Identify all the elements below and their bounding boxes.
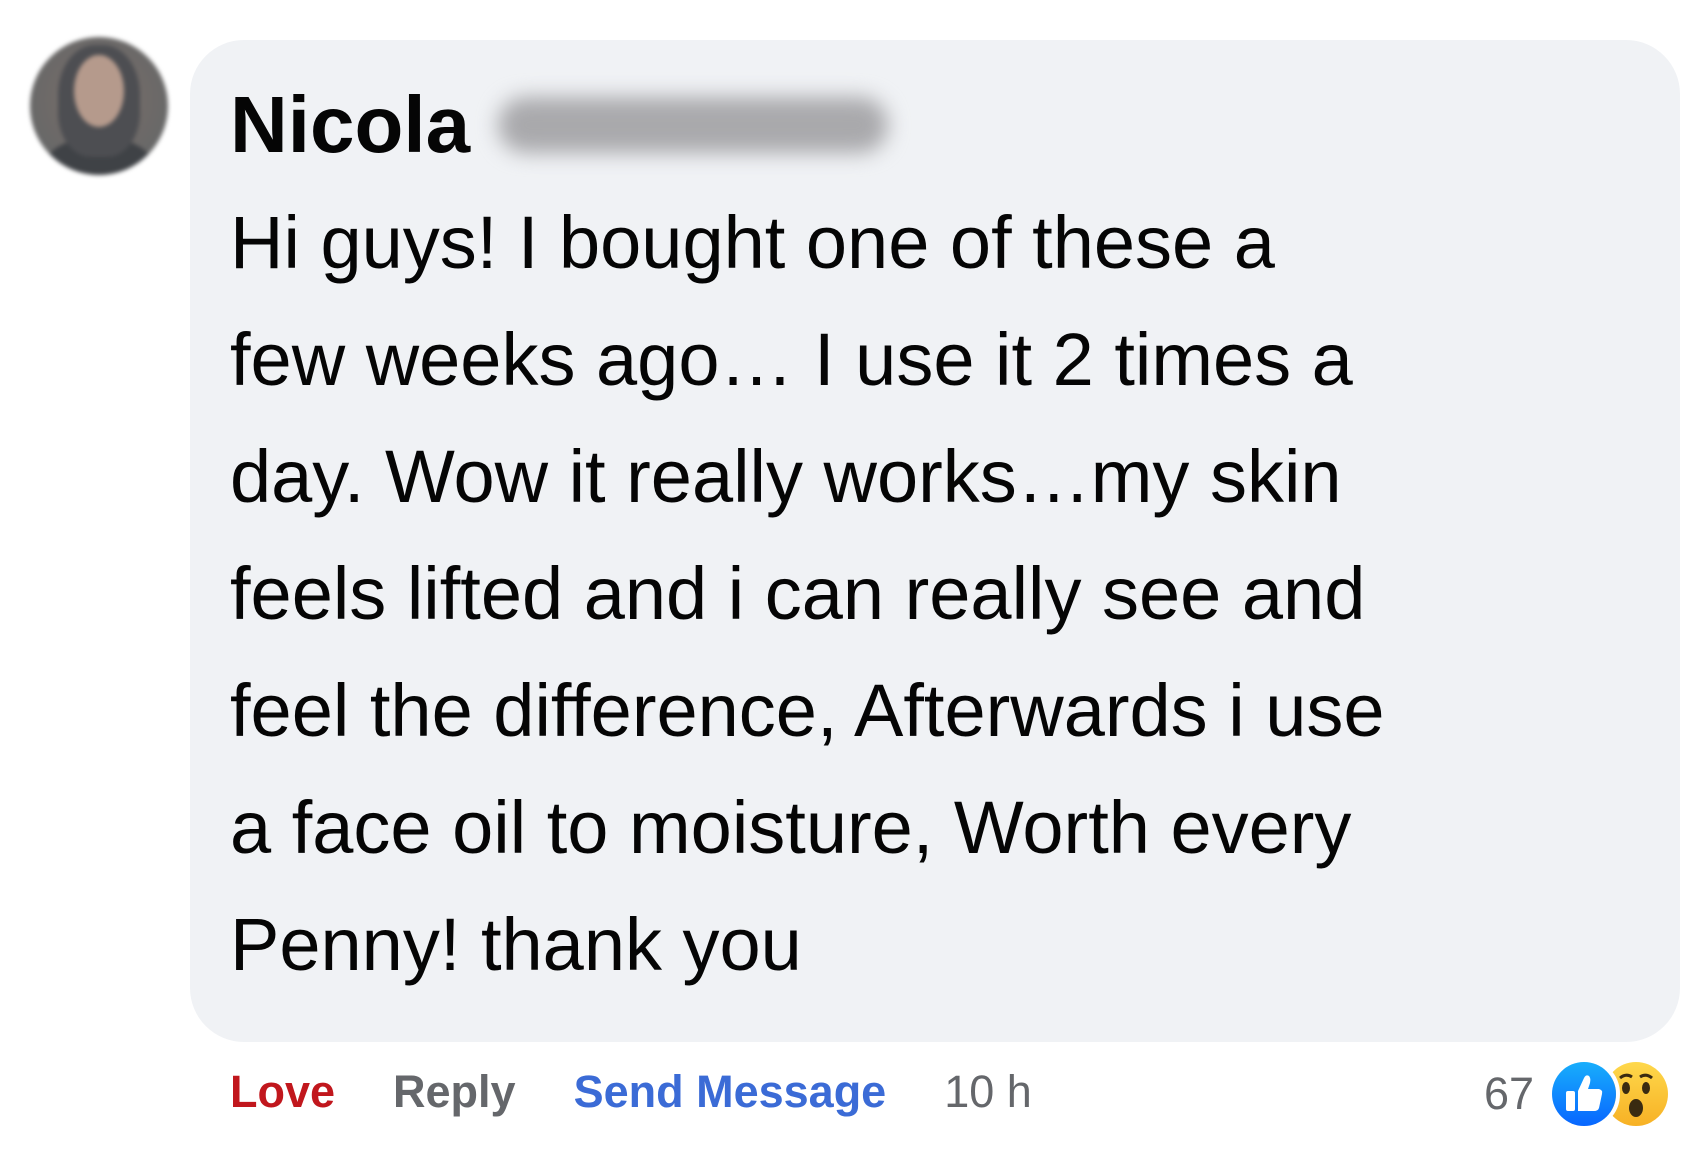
reply-button[interactable]: Reply [393, 1066, 516, 1118]
comment-actions: Love Reply Send Message 10 h [230, 1062, 1032, 1122]
like-icon [1548, 1058, 1620, 1130]
comment-bubble: Nicola Hi guys! I bought one of these a … [190, 40, 1680, 1042]
comment-author-row: Nicola [230, 80, 1636, 170]
avatar[interactable] [30, 37, 168, 175]
reaction-icons [1548, 1054, 1678, 1134]
author-surname-redacted [498, 97, 889, 153]
reaction-count: 67 [1483, 1068, 1534, 1119]
send-message-button[interactable]: Send Message [574, 1066, 887, 1118]
love-button[interactable]: Love [230, 1066, 335, 1118]
comment-text: Hi guys! I bought one of these a few wee… [230, 201, 1385, 986]
reactions-summary[interactable]: 67 [1484, 1054, 1678, 1134]
timestamp[interactable]: 10 h [944, 1066, 1032, 1118]
avatar-face-shape [74, 55, 124, 127]
author-name[interactable]: Nicola [230, 85, 470, 165]
